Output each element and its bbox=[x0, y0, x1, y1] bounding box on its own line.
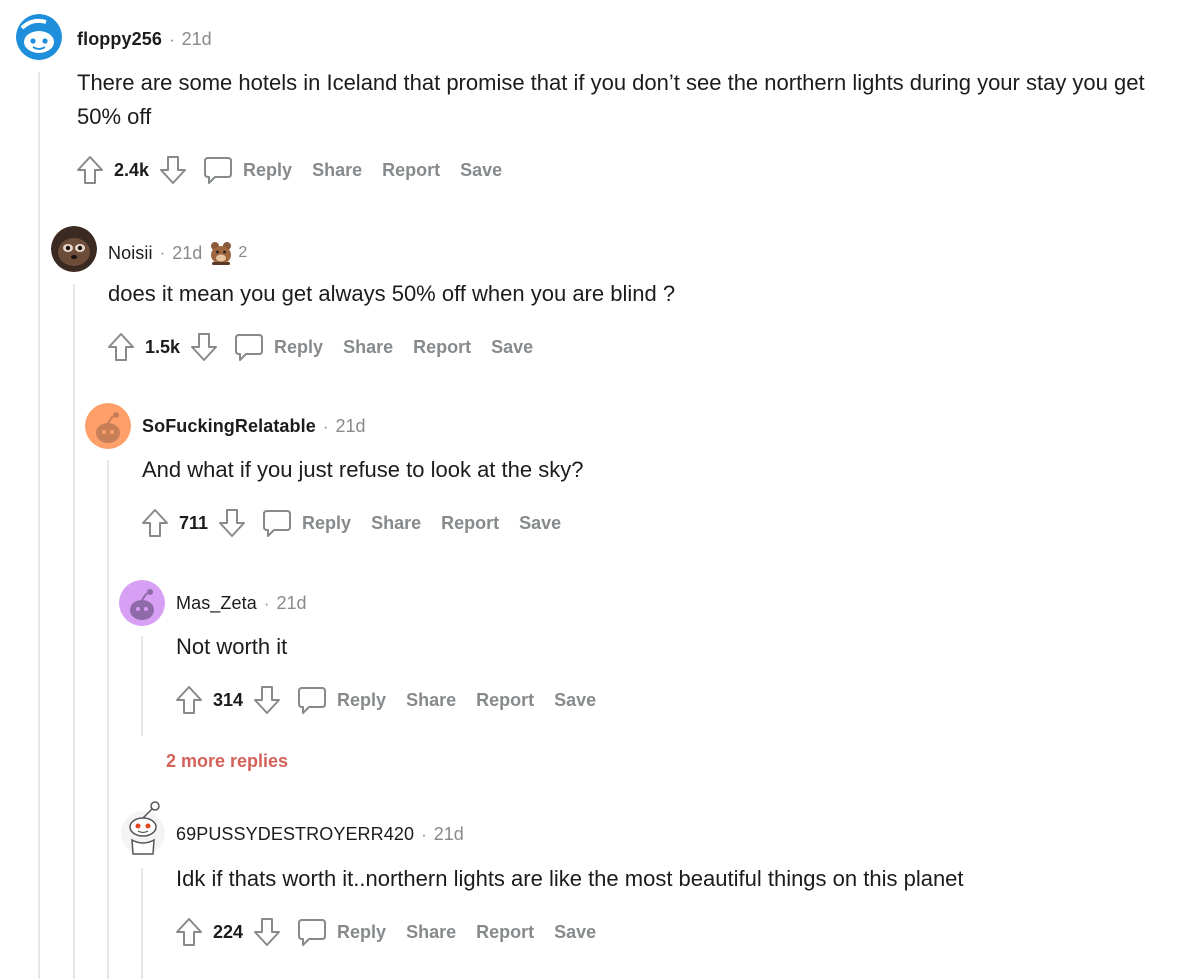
separator: · bbox=[421, 824, 427, 844]
comment-body: does it mean you get always 50% off when… bbox=[108, 281, 676, 306]
avatar[interactable] bbox=[16, 14, 62, 60]
upvote-icon[interactable] bbox=[74, 152, 106, 188]
avatar[interactable] bbox=[51, 226, 97, 272]
comment-body: Not worth it bbox=[176, 634, 288, 659]
comment-actions: 711 Reply Share Report Save bbox=[139, 503, 571, 543]
username[interactable]: Mas_Zeta bbox=[176, 593, 257, 614]
report-button[interactable]: Report bbox=[476, 922, 534, 943]
comment-body: And what if you just refuse to look at t… bbox=[142, 457, 584, 482]
comment-body: There are some hotels in Iceland that pr… bbox=[77, 70, 1145, 129]
username[interactable]: 69PUSSYDESTROYERR420 bbox=[176, 824, 414, 845]
downvote-icon[interactable] bbox=[216, 505, 248, 541]
comment-actions: 314 Reply Share Report Save bbox=[173, 680, 606, 720]
thread-line[interactable] bbox=[73, 284, 75, 979]
upvote-icon[interactable] bbox=[173, 914, 205, 950]
separator: · bbox=[263, 593, 270, 613]
reply-button[interactable]: Reply bbox=[337, 922, 386, 943]
award-count: 2 bbox=[238, 244, 248, 261]
downvote-icon[interactable] bbox=[188, 329, 220, 365]
timestamp[interactable]: 21d bbox=[434, 824, 464, 845]
thread-line[interactable] bbox=[38, 72, 40, 979]
vote-score: 1.5k bbox=[145, 336, 181, 357]
comment-meta: floppy256 · 21d bbox=[77, 29, 212, 50]
comment-bubble-icon[interactable] bbox=[232, 329, 266, 365]
downvote-icon[interactable] bbox=[251, 914, 283, 950]
share-button[interactable]: Share bbox=[406, 690, 456, 711]
username[interactable]: Noisii bbox=[108, 243, 153, 264]
vote-score: 2.4k bbox=[114, 159, 150, 180]
share-button[interactable]: Share bbox=[343, 337, 393, 358]
comment-actions: 2.4k Reply Share Report Save bbox=[74, 150, 512, 190]
avatar-icon bbox=[85, 403, 131, 449]
report-button[interactable]: Report bbox=[413, 337, 471, 358]
comment-meta: Noisii · 21d 2 bbox=[108, 240, 247, 266]
more-replies-link[interactable]: 2 more replies bbox=[166, 751, 288, 772]
avatar-icon bbox=[119, 580, 165, 626]
share-button[interactable]: Share bbox=[406, 922, 456, 943]
separator: · bbox=[159, 243, 166, 262]
thread-line[interactable] bbox=[141, 636, 143, 736]
comment-bubble-icon[interactable] bbox=[295, 914, 329, 950]
thread-line[interactable] bbox=[141, 868, 143, 979]
avatar[interactable] bbox=[119, 800, 167, 858]
avatar-icon bbox=[16, 14, 62, 60]
avatar-icon bbox=[121, 801, 165, 855]
comment-actions: 224 Reply Share Report Save bbox=[173, 912, 606, 952]
timestamp[interactable]: 21d bbox=[182, 29, 212, 50]
report-button[interactable]: Report bbox=[476, 690, 534, 711]
timestamp[interactable]: 21d bbox=[336, 416, 366, 437]
upvote-icon[interactable] bbox=[173, 682, 205, 718]
vote-score: 711 bbox=[179, 512, 209, 533]
upvote-icon[interactable] bbox=[105, 329, 137, 365]
comment-bubble-icon[interactable] bbox=[201, 152, 235, 188]
report-button[interactable]: Report bbox=[382, 160, 440, 181]
separator: · bbox=[168, 29, 175, 49]
comment-bubble-icon[interactable] bbox=[295, 682, 329, 718]
reply-button[interactable]: Reply bbox=[337, 690, 386, 711]
upvote-icon[interactable] bbox=[139, 505, 171, 541]
save-button[interactable]: Save bbox=[554, 922, 596, 943]
avatar[interactable] bbox=[85, 403, 131, 449]
report-button[interactable]: Report bbox=[441, 513, 499, 534]
share-button[interactable]: Share bbox=[312, 160, 362, 181]
save-button[interactable]: Save bbox=[491, 337, 533, 358]
comment-actions: 1.5k Reply Share Report Save bbox=[105, 327, 543, 367]
comment-bubble-icon[interactable] bbox=[260, 505, 294, 541]
avatar-icon bbox=[51, 226, 97, 272]
comment-body: Idk if thats worth it..northern lights a… bbox=[176, 866, 964, 891]
award-icon bbox=[211, 242, 232, 265]
save-button[interactable]: Save bbox=[460, 160, 502, 181]
downvote-icon[interactable] bbox=[251, 682, 283, 718]
avatar[interactable] bbox=[119, 580, 165, 626]
separator: · bbox=[322, 416, 329, 436]
username[interactable]: floppy256 bbox=[77, 29, 162, 50]
username[interactable]: SoFuckingRelatable bbox=[142, 416, 316, 437]
comment-meta: Mas_Zeta · 21d bbox=[176, 593, 307, 614]
comment-meta: 69PUSSYDESTROYERR420 · 21d bbox=[176, 824, 464, 845]
award[interactable]: 2 bbox=[208, 240, 247, 266]
reply-button[interactable]: Reply bbox=[243, 160, 292, 181]
vote-score: 314 bbox=[213, 689, 244, 710]
vote-score: 224 bbox=[213, 921, 244, 942]
timestamp[interactable]: 21d bbox=[277, 593, 307, 614]
thread-line[interactable] bbox=[107, 460, 109, 979]
share-button[interactable]: Share bbox=[371, 513, 421, 534]
reply-button[interactable]: Reply bbox=[302, 513, 351, 534]
save-button[interactable]: Save bbox=[554, 690, 596, 711]
timestamp[interactable]: 21d bbox=[172, 243, 202, 264]
save-button[interactable]: Save bbox=[519, 513, 561, 534]
comment-meta: SoFuckingRelatable · 21d bbox=[142, 416, 366, 437]
reply-button[interactable]: Reply bbox=[274, 337, 323, 358]
downvote-icon[interactable] bbox=[157, 152, 189, 188]
